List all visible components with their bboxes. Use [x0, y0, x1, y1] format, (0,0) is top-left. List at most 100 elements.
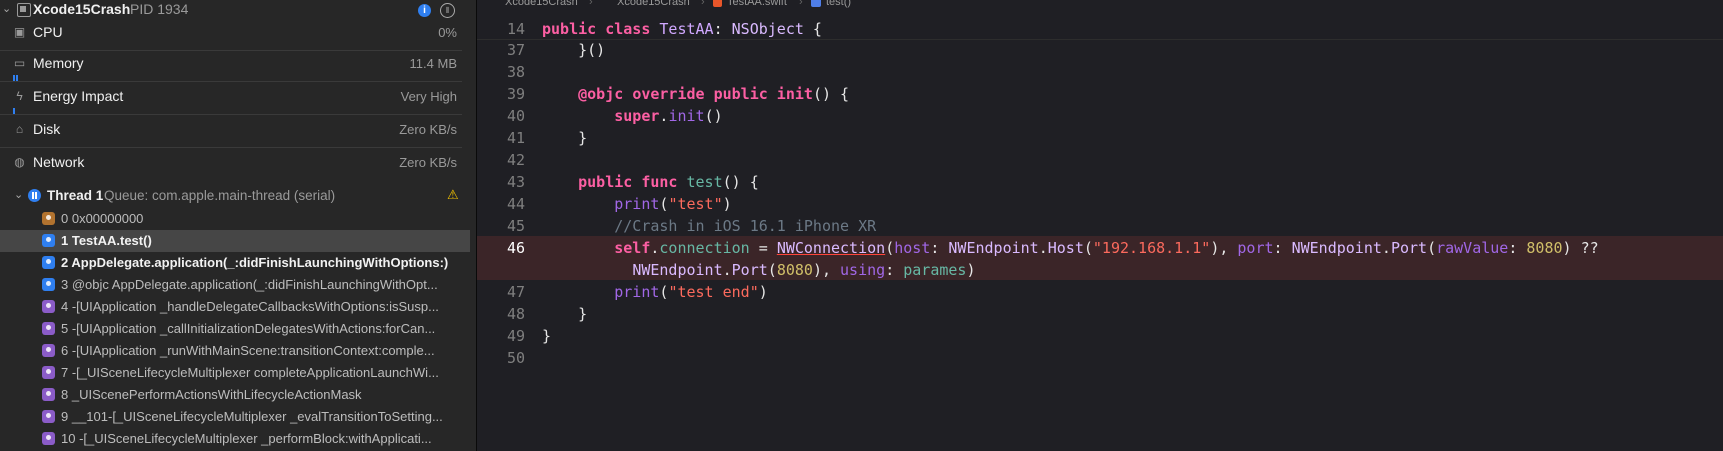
- code-line-46-crash-highlight[interactable]: 46 self.connection = NWConnection(host: …: [477, 236, 1723, 280]
- stack-frame[interactable]: 0 0x00000000: [0, 208, 470, 230]
- source-editor[interactable]: Xcode15Crash › Xcode15Crash › TestAA.swi…: [477, 0, 1723, 451]
- stack-frame[interactable]: 8 _UIScenePerformActionsWithLifecycleAct…: [0, 384, 470, 406]
- breadcrumb-file[interactable]: TestAA.swift: [727, 0, 787, 8]
- line-number: 46: [506, 239, 525, 257]
- thread-queue: Queue: com.apple.main-thread (serial): [104, 188, 336, 203]
- gauge-network[interactable]: ◍ Network Zero KB/s: [0, 150, 462, 180]
- stack-frame-label: 2 AppDelegate.application(_:didFinishLau…: [61, 255, 449, 270]
- code-text: }: [542, 305, 588, 323]
- gauge-value: Very High: [400, 89, 457, 104]
- code-line-37[interactable]: 37 }(): [477, 38, 1723, 60]
- gauge-bar: [16, 75, 18, 81]
- code-line-14[interactable]: 14 public class TestAA: NSObject {: [477, 17, 1723, 40]
- method-icon: [811, 0, 821, 7]
- process-pid: PID 1934: [130, 1, 189, 17]
- process-row[interactable]: ⌄ Xcode15Crash PID 1934 i ⦀: [0, 0, 476, 20]
- library-icon: [42, 388, 55, 401]
- gauge-label: CPU: [33, 24, 63, 40]
- library-icon: [42, 322, 55, 335]
- library-icon: [42, 410, 55, 423]
- gear-icon: [42, 212, 55, 225]
- library-icon: [42, 344, 55, 357]
- line-number: 50: [506, 349, 525, 367]
- stack-frame[interactable]: 3 @objc AppDelegate.application(_:didFin…: [0, 274, 470, 296]
- line-number: 42: [506, 151, 525, 169]
- code-text: //Crash in iOS 16.1 iPhone XR: [614, 217, 877, 235]
- app-icon: [17, 3, 31, 17]
- breadcrumb-separator: ›: [589, 0, 593, 8]
- code-line-39[interactable]: 39 @objc override public init() {: [477, 82, 1723, 104]
- code-line-50[interactable]: 50: [477, 346, 1723, 368]
- code-text: }: [542, 129, 588, 147]
- gauge-memory[interactable]: ▭ Memory 11.4 MB: [0, 51, 462, 82]
- thread-row[interactable]: ⌄ Thread 1 Queue: com.apple.main-thread …: [0, 185, 476, 207]
- line-number: 49: [506, 327, 525, 345]
- thread-name: Thread 1: [47, 188, 104, 203]
- breadcrumb-project[interactable]: Xcode15Crash: [505, 0, 578, 8]
- code-text: }: [542, 327, 552, 345]
- code-text-continuation: NWEndpoint.Port(8080), using: parames): [632, 261, 976, 279]
- swift-file-icon: [713, 0, 722, 7]
- person-icon: [42, 234, 55, 247]
- line-number: 14: [506, 20, 525, 38]
- gauge-disk[interactable]: ⌂ Disk Zero KB/s: [0, 117, 462, 148]
- chevron-down-icon[interactable]: ⌄: [2, 2, 11, 15]
- process-name: Xcode15Crash: [33, 1, 131, 17]
- code-text: self.connection = NWConnection(host: NWE…: [614, 239, 1599, 257]
- library-icon: [42, 432, 55, 445]
- stack-frame-label: 7 -[_UISceneLifecycleMultiplexer complet…: [61, 365, 439, 380]
- stack-frame[interactable]: 9 __101-[_UISceneLifecycleMultiplexer _e…: [0, 406, 470, 428]
- code-text: public func test() {: [578, 173, 759, 191]
- chevron-down-icon[interactable]: ⌄: [14, 188, 23, 201]
- line-number: 48: [506, 305, 525, 323]
- gauge-value: 11.4 MB: [409, 56, 457, 71]
- code-line-40[interactable]: 40 super.init(): [477, 104, 1723, 126]
- stack-frame[interactable]: 10 -[_UISceneLifecycleMultiplexer _perfo…: [0, 428, 470, 450]
- stack-frame-label: 9 __101-[_UISceneLifecycleMultiplexer _e…: [61, 409, 443, 424]
- stack-frame[interactable]: 2 AppDelegate.application(_:didFinishLau…: [0, 252, 470, 274]
- jump-bar: Xcode15Crash › Xcode15Crash › TestAA.swi…: [477, 0, 1723, 10]
- code-line-44[interactable]: 44 print("test"): [477, 192, 1723, 214]
- code-line-45[interactable]: 45 //Crash in iOS 16.1 iPhone XR: [477, 214, 1723, 236]
- line-number: 44: [506, 195, 525, 213]
- memory-graph-icon[interactable]: ⦀: [440, 3, 455, 18]
- gauge-value: Zero KB/s: [399, 122, 457, 137]
- gauge-cpu[interactable]: ▣ CPU 0%: [0, 20, 462, 51]
- code-line-43[interactable]: 43 public func test() {: [477, 170, 1723, 192]
- code-line-49[interactable]: 49 }: [477, 324, 1723, 346]
- library-icon: [42, 300, 55, 313]
- code-line-42[interactable]: 42: [477, 148, 1723, 170]
- info-icon[interactable]: i: [418, 4, 431, 17]
- stack-frame-label: 5 -[UIApplication _callInitializationDel…: [61, 321, 436, 336]
- stack-frame[interactable]: 7 -[_UISceneLifecycleMultiplexer complet…: [0, 362, 470, 384]
- breadcrumb-separator: ›: [701, 0, 705, 8]
- code-line-47[interactable]: 47 print("test end"): [477, 280, 1723, 302]
- stack-frame-selected[interactable]: 1 TestAA.test(): [0, 230, 470, 252]
- xcode-window: ⌄ Xcode15Crash PID 1934 i ⦀ ▣ CPU 0% ▭ M…: [0, 0, 1723, 451]
- debug-navigator: ⌄ Xcode15Crash PID 1934 i ⦀ ▣ CPU 0% ▭ M…: [0, 0, 477, 451]
- code-line-48[interactable]: 48 }: [477, 302, 1723, 324]
- disk-icon: ⌂: [15, 122, 24, 136]
- gauge-bar: [13, 108, 15, 114]
- line-number: 47: [506, 283, 525, 301]
- line-number: 39: [506, 85, 525, 103]
- breadcrumb-separator: ›: [799, 0, 803, 8]
- stack-frame-label: 8 _UIScenePerformActionsWithLifecycleAct…: [61, 387, 362, 402]
- stack-frame-label: 10 -[_UISceneLifecycleMultiplexer _perfo…: [61, 431, 432, 446]
- warning-icon[interactable]: ⚠: [447, 187, 459, 203]
- stack-frame[interactable]: 4 -[UIApplication _handleDelegateCallbac…: [0, 296, 470, 318]
- stack-frame[interactable]: 6 -[UIApplication _runWithMainScene:tran…: [0, 340, 470, 362]
- breadcrumb-group[interactable]: Xcode15Crash: [617, 0, 690, 8]
- line-number: 43: [506, 173, 525, 191]
- globe-icon: ◍: [14, 155, 25, 169]
- stack-frame[interactable]: 5 -[UIApplication _callInitializationDel…: [0, 318, 470, 340]
- gauge-value: Zero KB/s: [399, 155, 457, 170]
- code-line-38[interactable]: 38: [477, 60, 1723, 82]
- cpu-icon: ▣: [13, 25, 26, 39]
- breadcrumb-method[interactable]: test(): [826, 0, 851, 8]
- memory-icon: ▭: [13, 56, 26, 70]
- code-line-41[interactable]: 41 }: [477, 126, 1723, 148]
- stack-frame-label: 4 -[UIApplication _handleDelegateCallbac…: [61, 299, 439, 314]
- gauge-energy[interactable]: ϟ Energy Impact Very High: [0, 84, 462, 115]
- code-text: print("test end"): [614, 283, 768, 301]
